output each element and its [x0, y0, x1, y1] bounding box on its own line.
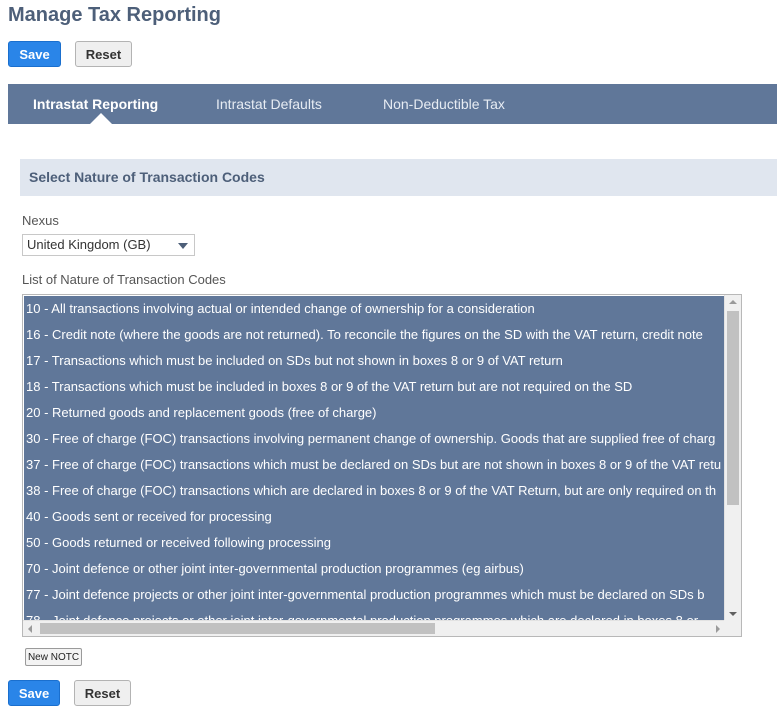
notc-list-label: List of Nature of Transaction Codes — [22, 272, 226, 287]
nexus-select-value: United Kingdom (GB) — [27, 237, 151, 252]
list-item[interactable]: 18 - Transactions which must be included… — [24, 374, 725, 400]
save-button-bottom[interactable]: Save — [8, 680, 60, 706]
save-button-top[interactable]: Save — [8, 41, 61, 67]
list-item[interactable]: 20 - Returned goods and replacement good… — [24, 400, 725, 426]
scrollbar-corner — [724, 620, 741, 636]
list-item[interactable]: 40 - Goods sent or received for processi… — [24, 504, 725, 530]
tab-intrastat-defaults[interactable]: Intrastat Defaults — [216, 84, 322, 124]
list-item[interactable]: 16 - Credit note (where the goods are no… — [24, 322, 725, 348]
nexus-select[interactable]: United Kingdom (GB) — [22, 234, 195, 256]
list-item[interactable]: 10 - All transactions involving actual o… — [24, 296, 725, 322]
page-title: Manage Tax Reporting — [8, 4, 221, 26]
chevron-down-icon — [178, 243, 188, 249]
notc-list-items: 10 - All transactions involving actual o… — [24, 296, 725, 621]
tab-non-deductible-tax[interactable]: Non-Deductible Tax — [383, 84, 505, 124]
scroll-up-icon[interactable] — [729, 300, 737, 304]
reset-button-top[interactable]: Reset — [75, 41, 132, 67]
active-tab-indicator — [90, 113, 112, 124]
list-item[interactable]: 38 - Free of charge (FOC) transactions w… — [24, 478, 725, 504]
section-header: Select Nature of Transaction Codes — [20, 159, 777, 196]
vertical-scrollbar[interactable] — [724, 295, 741, 621]
scroll-down-icon[interactable] — [729, 612, 737, 616]
vertical-scroll-thumb[interactable] — [727, 311, 739, 505]
notc-listbox[interactable]: 10 - All transactions involving actual o… — [22, 294, 742, 637]
reset-button-bottom[interactable]: Reset — [74, 680, 131, 706]
list-item[interactable]: 70 - Joint defence or other joint inter-… — [24, 556, 725, 582]
scroll-right-icon[interactable] — [716, 625, 720, 633]
list-item[interactable]: 30 - Free of charge (FOC) transactions i… — [24, 426, 725, 452]
tab-bar: Intrastat Reporting Intrastat Defaults N… — [8, 84, 777, 124]
horizontal-scrollbar[interactable] — [23, 620, 725, 636]
nexus-label: Nexus — [22, 213, 59, 228]
horizontal-scroll-thumb[interactable] — [40, 623, 435, 634]
list-item[interactable]: 50 - Goods returned or received followin… — [24, 530, 725, 556]
list-item[interactable]: 17 - Transactions which must be included… — [24, 348, 725, 374]
new-notc-button[interactable]: New NOTC — [25, 648, 82, 666]
scroll-left-icon[interactable] — [28, 625, 32, 633]
list-item[interactable]: 37 - Free of charge (FOC) transactions w… — [24, 452, 725, 478]
list-item[interactable]: 77 - Joint defence projects or other joi… — [24, 582, 725, 608]
